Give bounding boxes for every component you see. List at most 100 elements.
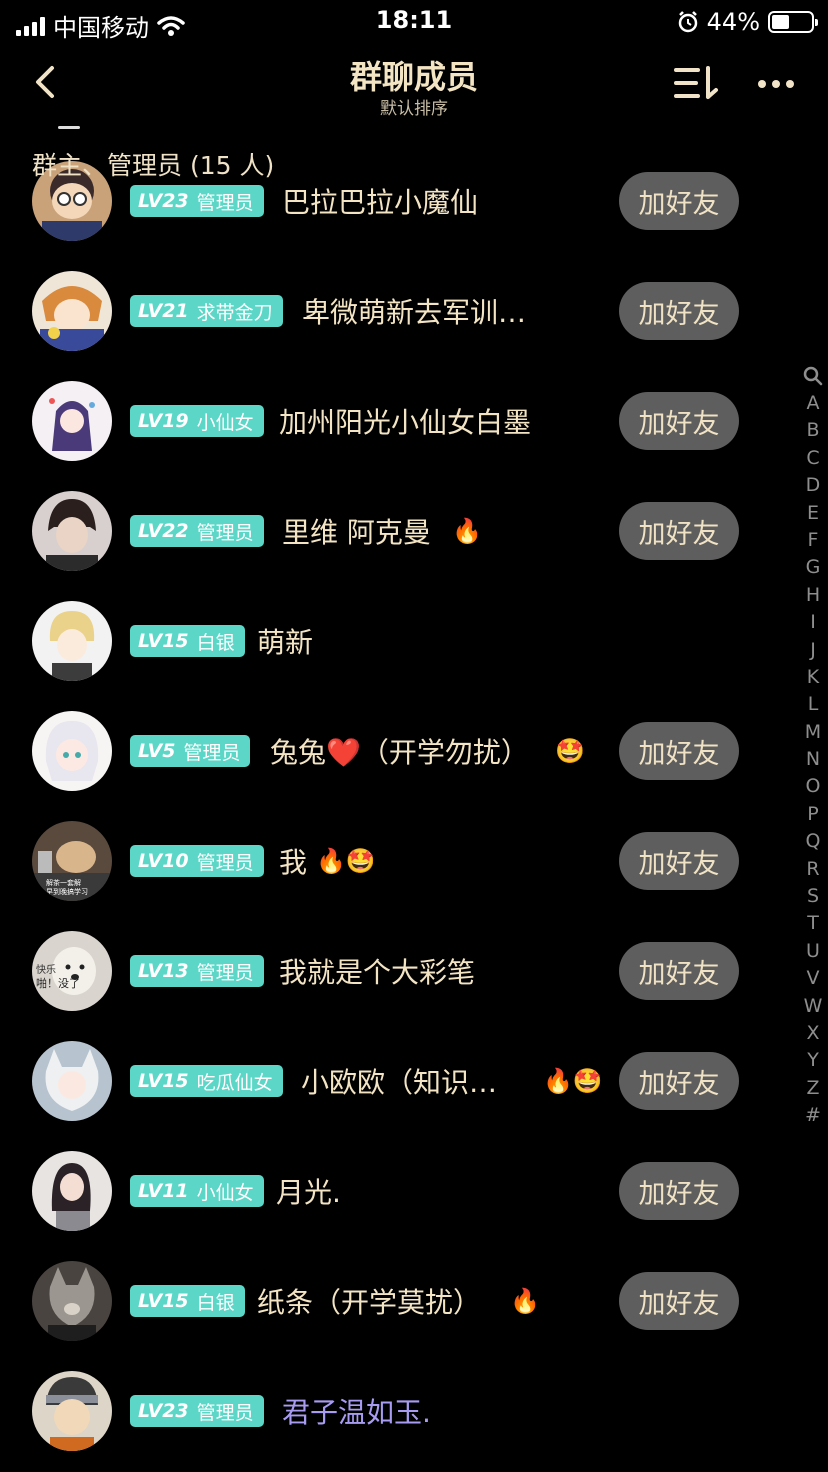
add-friend-button[interactable]: 加好友 <box>619 942 739 1000</box>
index-letter[interactable]: K <box>800 664 826 691</box>
avatar[interactable] <box>32 1151 112 1231</box>
title-label: 管理员 <box>196 191 254 214</box>
member-name: 萌新 <box>257 626 314 659</box>
member-name: 月光. <box>276 1176 341 1209</box>
level-badge: LV23 管理员 <box>130 1395 264 1427</box>
add-friend-button[interactable]: 加好友 <box>619 1052 739 1110</box>
level-label: LV19 <box>138 410 189 432</box>
member-name: 加州阳光小仙女白墨 <box>279 406 532 439</box>
member-name: 小欧欧（知识… <box>301 1066 498 1099</box>
avatar[interactable]: 快乐 啪！没了 <box>32 931 112 1011</box>
member-emojis: 🔥🤩 <box>316 847 376 875</box>
index-letter[interactable]: D <box>800 472 826 499</box>
avatar[interactable] <box>32 1261 112 1341</box>
title-label: 管理员 <box>196 1401 254 1424</box>
member-name: 巴拉巴拉小魔仙 <box>282 186 479 219</box>
avatar[interactable] <box>32 491 112 571</box>
add-friend-button[interactable]: 加好友 <box>619 172 739 230</box>
member-name: 我 <box>279 846 308 879</box>
index-letter[interactable]: V <box>800 965 826 992</box>
member-emojis: 🔥🤩 <box>543 1067 603 1095</box>
avatar[interactable] <box>32 601 112 681</box>
level-label: LV22 <box>138 520 189 542</box>
index-letter[interactable]: Z <box>800 1075 826 1102</box>
battery-icon <box>768 11 818 33</box>
index-search-icon[interactable] <box>800 362 826 390</box>
avatar[interactable] <box>32 1371 112 1451</box>
member-row[interactable]: LV22 管理员 里维 阿克曼 🔥 加好友 <box>0 476 790 586</box>
member-row[interactable]: LV15 白银 纸条（开学莫扰） 🔥 加好友 <box>0 1246 790 1356</box>
index-letter[interactable]: T <box>800 910 826 937</box>
add-friend-button[interactable]: 加好友 <box>619 722 739 780</box>
level-badge: LV22 管理员 <box>130 515 264 547</box>
avatar-caption: 啪！没了 <box>36 976 80 990</box>
member-row[interactable]: LV11 小仙女 月光. 加好友 <box>0 1136 790 1246</box>
member-row[interactable]: 解茶一套解 早到晚搞学习 LV10 管理员 我 🔥🤩 加好友 <box>0 806 790 916</box>
member-row[interactable]: LV21 求带金刀 卑微萌新去军训… 加好友 <box>0 256 790 366</box>
level-badge: LV23 管理员 <box>130 185 264 217</box>
add-friend-button[interactable]: 加好友 <box>619 282 739 340</box>
member-emojis: 🔥 <box>510 1287 540 1315</box>
add-friend-button[interactable]: 加好友 <box>619 392 739 450</box>
title-label: 管理员 <box>196 851 254 874</box>
index-letter[interactable]: # <box>800 1102 826 1129</box>
level-badge: LV15 白银 <box>130 625 245 657</box>
member-row[interactable]: 快乐 啪！没了 LV13 管理员 我就是个大彩笔 加好友 <box>0 916 790 1026</box>
add-friend-button[interactable]: 加好友 <box>619 832 739 890</box>
index-letter[interactable]: E <box>800 500 826 527</box>
index-letter[interactable]: W <box>800 993 826 1020</box>
level-badge: LV15 吃瓜仙女 <box>130 1065 283 1097</box>
avatar[interactable] <box>32 711 112 791</box>
index-letter[interactable]: G <box>800 554 826 581</box>
index-letter[interactable]: M <box>800 719 826 746</box>
member-row[interactable]: LV23 管理员 君子温如玉. <box>0 1356 790 1466</box>
level-badge: LV11 小仙女 <box>130 1175 264 1207</box>
member-row[interactable]: LV19 小仙女 加州阳光小仙女白墨 加好友 <box>0 366 790 476</box>
alphabet-index[interactable]: A B C D E F G H I J K L M N O P Q R S T … <box>800 362 826 1130</box>
title-label: 小仙女 <box>196 411 254 434</box>
avatar[interactable] <box>32 381 112 461</box>
avatar[interactable]: 解茶一套解 早到晚搞学习 <box>32 821 112 901</box>
index-letter[interactable]: J <box>800 637 826 664</box>
level-badge: LV15 白银 <box>130 1285 245 1317</box>
avatar[interactable] <box>32 271 112 351</box>
member-name: 君子温如玉. <box>282 1396 431 1429</box>
member-row[interactable]: LV15 吃瓜仙女 小欧欧（知识… 🔥🤩 加好友 <box>0 1026 790 1136</box>
index-letter[interactable]: Y <box>800 1047 826 1074</box>
avatar-caption: 早到晚搞学习 <box>46 887 88 896</box>
index-letter[interactable]: R <box>800 856 826 883</box>
index-letter[interactable]: C <box>800 445 826 472</box>
member-emojis: 🔥 <box>452 517 482 545</box>
level-label: LV15 <box>138 1290 189 1312</box>
more-icon[interactable] <box>756 72 796 96</box>
index-letter[interactable]: X <box>800 1020 826 1047</box>
index-letter[interactable]: P <box>800 801 826 828</box>
index-letter[interactable]: Q <box>800 828 826 855</box>
title-label: 管理员 <box>196 961 254 984</box>
sort-icon[interactable] <box>672 64 722 104</box>
member-row[interactable]: LV5 管理员 兔兔❤️（开学勿扰） 🤩 加好友 <box>0 696 790 806</box>
status-bar: 中国移动 18:11 44% <box>0 0 828 44</box>
index-letter[interactable]: B <box>800 417 826 444</box>
index-letter[interactable]: I <box>800 609 826 636</box>
index-letter[interactable]: O <box>800 773 826 800</box>
index-letter[interactable]: F <box>800 527 826 554</box>
index-letter[interactable]: U <box>800 938 826 965</box>
avatar[interactable] <box>32 1041 112 1121</box>
alarm-icon <box>678 11 697 33</box>
section-header: 群主、管理员 (15 人) <box>32 151 275 180</box>
add-friend-button[interactable]: 加好友 <box>619 1272 739 1330</box>
level-badge: LV5 管理员 <box>130 735 251 767</box>
battery-fill <box>772 15 789 29</box>
level-label: LV21 <box>138 300 189 322</box>
level-label: LV15 <box>138 1070 189 1092</box>
index-letter[interactable]: L <box>800 691 826 718</box>
title-label: 小仙女 <box>196 1181 254 1204</box>
add-friend-button[interactable]: 加好友 <box>619 502 739 560</box>
index-letter[interactable]: H <box>800 582 826 609</box>
index-letter[interactable]: A <box>800 390 826 417</box>
member-row[interactable]: LV15 白银 萌新 <box>0 586 790 696</box>
index-letter[interactable]: S <box>800 883 826 910</box>
index-letter[interactable]: N <box>800 746 826 773</box>
add-friend-button[interactable]: 加好友 <box>619 1162 739 1220</box>
